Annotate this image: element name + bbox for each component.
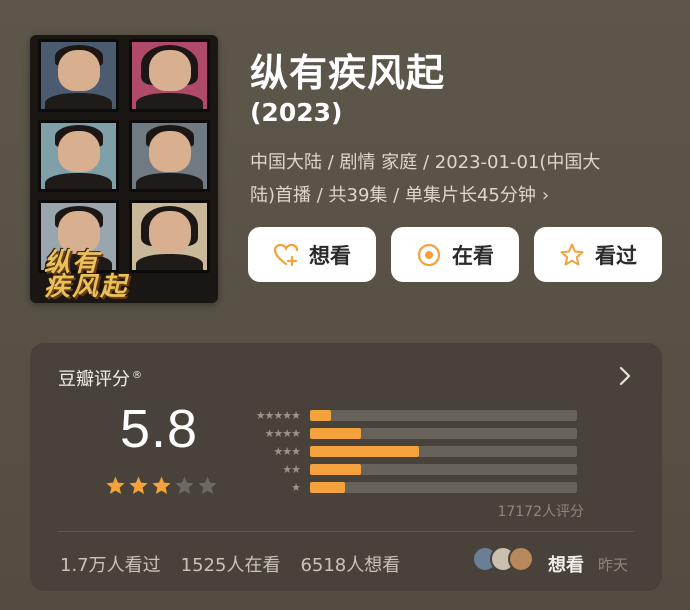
rating-row-label: ★★★★★ (255, 408, 301, 422)
rating-bar-fill (310, 409, 332, 421)
poster-image[interactable]: 纵有 疾风起 (30, 35, 218, 303)
target-circle-icon (417, 243, 441, 266)
rating-row-4-star: ★★★★ (240, 424, 577, 442)
star-outline-icon (560, 243, 584, 266)
rating-more-chevron (619, 366, 631, 386)
poster-portrait (38, 119, 119, 193)
action-buttons: 想看 在看 看过 (248, 227, 662, 282)
friend-avatar (508, 546, 534, 572)
rating-row-5-star: ★★★★★ (240, 406, 577, 424)
rating-row-label: ★★★★ (264, 426, 301, 440)
rating-bar-track (310, 427, 577, 439)
rating-label: 豆瓣评分 ® (58, 365, 142, 391)
rating-bar-track (310, 463, 577, 475)
show-meta-line-2: 陆)首播 / 共39集 / 单集片长45分钟 (250, 185, 536, 206)
chevron-right-icon[interactable] (618, 365, 632, 393)
show-meta-line-1: 中国大陆 / 剧情 家庭 / 2023-01-01(中国大 (250, 152, 601, 173)
audience-stats: 1.7万人看过 1525人在看 6518人想看 (60, 551, 400, 577)
rating-vote-count: 17172人评分 (497, 504, 584, 520)
rating-bar-track (310, 409, 577, 421)
rating-label-text: 豆瓣评分 (58, 369, 130, 390)
friend-avatars[interactable] (472, 546, 534, 572)
watching-button[interactable]: 在看 (391, 227, 519, 282)
rating-bar-track (310, 445, 577, 457)
portrait-head (148, 49, 191, 92)
star-filled-icon (129, 476, 148, 494)
portrait-body (135, 92, 204, 109)
portrait-head (148, 211, 191, 253)
watched-count[interactable]: 1.7万人看过 (60, 551, 161, 577)
rating-row-label: ★★★ (273, 444, 301, 458)
want-to-watch-button[interactable]: 想看 (248, 227, 376, 282)
portrait-head (57, 49, 100, 92)
friends-action: 想看 (548, 555, 584, 576)
rating-distribution: ★★★★★ ★★★★ ★★★ ★★ ★ (240, 406, 577, 496)
watched-label: 看过 (595, 243, 637, 268)
watched-button[interactable]: 看过 (534, 227, 662, 282)
portrait-body (44, 173, 113, 190)
poster-portrait (129, 119, 210, 193)
poster-title-art: 纵有 疾风起 (44, 248, 129, 302)
rating-row-label: ★ (291, 480, 301, 494)
poster-portrait (129, 39, 210, 112)
watching-count[interactable]: 1525人在看 (181, 551, 281, 577)
rating-divider (58, 531, 634, 532)
rating-row-3-star: ★★★ (240, 442, 577, 460)
show-meta[interactable]: 中国大陆 / 剧情 家庭 / 2023-01-01(中国大 陆)首播 / 共39… (250, 146, 662, 212)
rating-bar-fill (310, 445, 420, 457)
star-filled-icon (106, 476, 125, 494)
portrait-body (44, 92, 113, 109)
rating-bar-fill (310, 463, 361, 475)
heart-plus-icon (273, 243, 299, 266)
rating-bar-fill (310, 427, 361, 439)
portrait-head (57, 211, 100, 253)
poster-portrait-grid (38, 39, 210, 273)
star-empty-icon (175, 476, 194, 494)
rating-row-1-star: ★ (240, 478, 577, 496)
rating-card[interactable]: 豆瓣评分 ® 5.8 ★★★★★ ★★★★ ★★★ ★★ ★ 17172人评分 1.7万人… (30, 343, 662, 591)
rating-stars (105, 475, 218, 496)
show-year: (2023) (250, 98, 343, 127)
show-title: 纵有疾风起 (250, 51, 446, 95)
portrait-head (57, 130, 100, 172)
star-filled-icon (152, 476, 171, 494)
poster-portrait (38, 39, 119, 112)
want-to-watch-label: 想看 (309, 243, 351, 268)
portrait-body (135, 173, 204, 190)
rating-bar-fill (310, 481, 345, 493)
rating-bar-track (310, 481, 577, 493)
watching-label: 在看 (452, 243, 494, 268)
portrait-head (148, 130, 191, 172)
star-empty-icon (198, 476, 217, 494)
rating-row-2-star: ★★ (240, 460, 577, 478)
chevron-right-icon: › (541, 185, 550, 206)
friends-time: 昨天 (598, 556, 629, 574)
want-count[interactable]: 6518人想看 (300, 551, 400, 577)
rating-score: 5.8 (120, 399, 199, 459)
rating-registered-mark: ® (132, 370, 142, 381)
rating-row-label: ★★ (282, 462, 301, 476)
